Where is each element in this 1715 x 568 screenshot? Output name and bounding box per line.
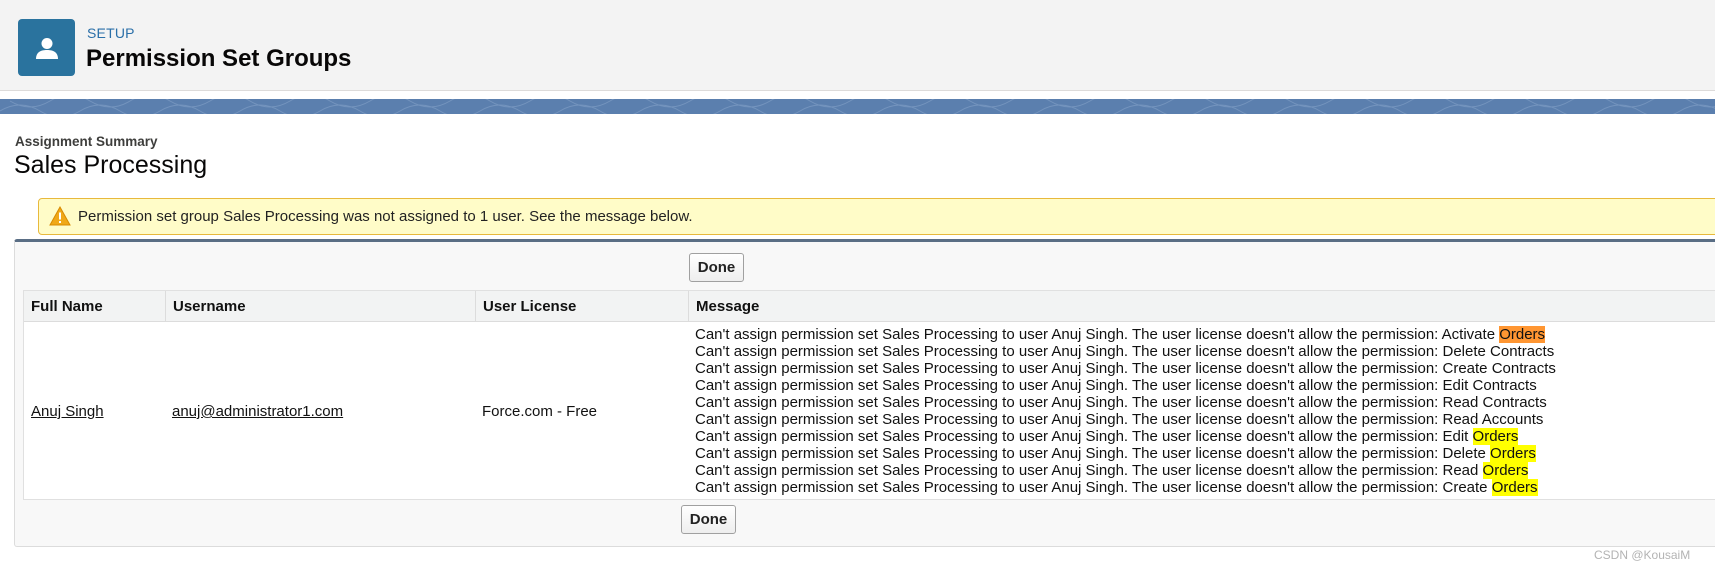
message-highlight: Orders — [1491, 479, 1538, 496]
message-line: Can't assign permission set Sales Proces… — [695, 394, 1715, 411]
assignment-summary-label: Assignment Summary — [15, 134, 158, 149]
message-prefix: Can't assign permission set Sales Proces… — [695, 462, 1483, 479]
message-prefix: Can't assign permission set Sales Proces… — [695, 326, 1500, 343]
message-line: Can't assign permission set Sales Proces… — [695, 360, 1715, 377]
message-list: Can't assign permission set Sales Proces… — [695, 326, 1715, 496]
message-highlight: Orders — [1472, 428, 1519, 445]
message-prefix: Can't assign permission set Sales Proces… — [695, 411, 1544, 428]
full-name-link[interactable]: Anuj Singh — [31, 403, 104, 420]
message-prefix: Can't assign permission set Sales Proces… — [695, 479, 1492, 496]
message-prefix: Can't assign permission set Sales Proces… — [695, 428, 1473, 445]
message-line: Can't assign permission set Sales Proces… — [695, 428, 1715, 445]
assignment-table: Full Name Username User License Message … — [23, 290, 1715, 500]
username-link[interactable]: anuj@administrator1.com — [172, 403, 343, 420]
column-header-username: Username — [165, 291, 475, 322]
done-button-top[interactable]: Done — [689, 253, 744, 282]
message-line: Can't assign permission set Sales Proces… — [695, 377, 1715, 394]
message-line: Can't assign permission set Sales Proces… — [695, 445, 1715, 462]
warning-text: Permission set group Sales Processing wa… — [78, 208, 693, 225]
message-line: Can't assign permission set Sales Proces… — [695, 479, 1715, 496]
setup-header: SETUP Permission Set Groups — [0, 0, 1715, 91]
message-highlight: Orders — [1482, 462, 1529, 479]
message-prefix: Can't assign permission set Sales Proces… — [695, 377, 1537, 394]
assignment-result-panel: Done Full Name Username User License Mes… — [14, 239, 1715, 547]
user-license-value: Force.com - Free — [482, 403, 598, 420]
message-prefix: Can't assign permission set Sales Proces… — [695, 394, 1547, 411]
message-highlight: Orders — [1499, 326, 1546, 343]
message-line: Can't assign permission set Sales Proces… — [695, 343, 1715, 360]
column-header-message: Message — [688, 291, 1715, 322]
page-title: Permission Set Groups — [86, 45, 352, 72]
message-prefix: Can't assign permission set Sales Proces… — [695, 360, 1556, 377]
assignment-summary-title: Sales Processing — [14, 151, 208, 179]
table-header: Full Name Username User License Message — [24, 291, 1715, 322]
watermark-text: CSDN @KousaiM — [1594, 548, 1691, 562]
message-line: Can't assign permission set Sales Proces… — [695, 326, 1715, 343]
column-header-full-name: Full Name — [31, 298, 103, 315]
user-icon — [18, 19, 75, 76]
message-prefix: Can't assign permission set Sales Proces… — [695, 445, 1491, 462]
warning-message: Permission set group Sales Processing wa… — [38, 198, 1715, 235]
warning-icon — [49, 205, 71, 231]
column-header-user-license: User License — [475, 291, 688, 322]
message-line: Can't assign permission set Sales Proces… — [695, 411, 1715, 428]
message-prefix: Can't assign permission set Sales Proces… — [695, 343, 1555, 360]
message-highlight: Orders — [1490, 445, 1536, 462]
done-button-bottom[interactable]: Done — [681, 505, 736, 534]
setup-eyebrow: SETUP — [87, 25, 135, 41]
message-line: Can't assign permission set Sales Proces… — [695, 462, 1715, 479]
decorative-banner — [0, 99, 1715, 114]
